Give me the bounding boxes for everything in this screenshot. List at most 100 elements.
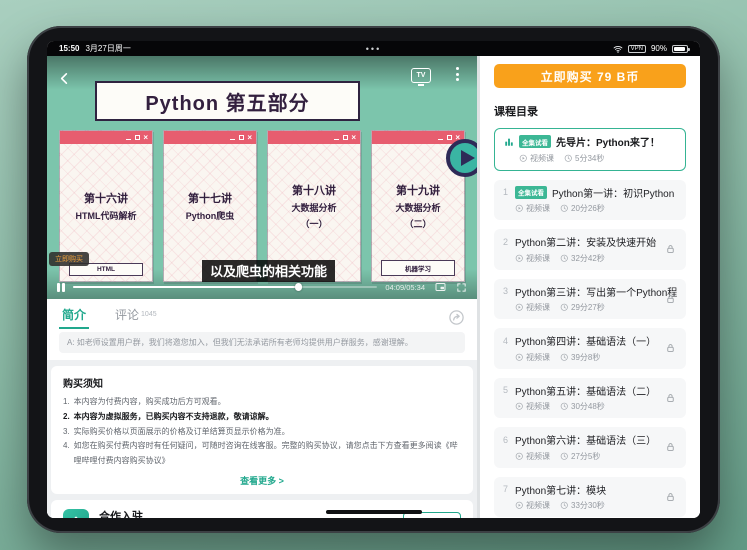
close-icon: ×: [143, 134, 148, 142]
video-type-icon: [515, 501, 524, 510]
catalog-panel: 立即购买 79 B币 课程目录 全集试看 先导片：Python来了！ 视频课 5…: [480, 56, 700, 518]
home-indicator[interactable]: [326, 510, 422, 514]
close-icon: ×: [247, 134, 252, 142]
lesson-row[interactable]: 3 Python第三讲：写出第一个Python程序 视频课 29分27秒: [494, 279, 686, 320]
minimize-icon: [334, 139, 339, 141]
trial-badge: 全集试看: [519, 135, 551, 148]
duration-icon: [560, 452, 569, 461]
lesson-row[interactable]: 2 Python第二讲：安装及快速开始 视频课 32分42秒: [494, 229, 686, 270]
progress-fill: [73, 286, 298, 288]
video-type-icon: [519, 154, 528, 163]
note-item: 3.实际购买价格以页面展示的价格及订单结算页显示价格为准。: [63, 425, 461, 440]
lesson-title: Python第二讲：安装及快速开始: [515, 234, 656, 249]
video-player[interactable]: TV Python 第五部分 ×: [47, 56, 477, 299]
minimize-icon: [438, 139, 443, 141]
fullscreen-icon[interactable]: [456, 282, 467, 293]
clock-time: 15:50: [59, 44, 79, 53]
video-type-icon: [515, 204, 524, 213]
lesson-title: Python第四讲：基础语法（一）: [515, 333, 656, 348]
time-display: 04:09/05:34: [385, 283, 425, 292]
clock-date: 3月27日周一: [85, 43, 130, 54]
tv-cast-icon[interactable]: TV: [411, 68, 431, 83]
video-type-icon: [515, 303, 524, 312]
lesson-number: 3: [503, 286, 510, 296]
maximize-icon: [239, 135, 244, 140]
tablet-frame: 15:50 3月27日周一 ••• VPN 90% TV: [27, 26, 720, 533]
lesson-number: 7: [503, 484, 510, 494]
player-controls: 04:09/05:34: [47, 275, 477, 299]
tab-intro[interactable]: 简介: [59, 306, 89, 329]
buy-now-badge[interactable]: 立即购买: [49, 252, 89, 266]
purchase-notes-card: 购买须知 1.本内容为付费内容，购买成功后方可观看。 2.本内容为虚拟服务，已购…: [51, 366, 473, 494]
window-titlebar: ×: [268, 131, 360, 144]
status-bar: 15:50 3月27日周一 ••• VPN 90%: [47, 41, 700, 56]
more-options-icon[interactable]: [456, 67, 459, 81]
lesson-row[interactable]: 1 全集试看 Python第一讲：初识Python 视频课 20分26秒: [494, 180, 686, 221]
duration-icon: [560, 402, 569, 411]
screen: 15:50 3月27日周一 ••• VPN 90% TV: [47, 41, 700, 518]
partner-icon: [63, 509, 89, 518]
duration-icon: [560, 204, 569, 213]
lock-icon: [665, 442, 676, 453]
maximize-icon: [343, 135, 348, 140]
lesson-row-featured[interactable]: 全集试看 先导片：Python来了！ 视频课 5分34秒: [494, 128, 686, 171]
lock-icon: [665, 293, 676, 304]
video-title: Python 第五部分: [145, 87, 309, 116]
lesson-title: Python第三讲：写出第一个Python程序: [515, 284, 677, 299]
share-icon[interactable]: [448, 309, 465, 326]
back-icon[interactable]: [57, 71, 72, 86]
window-titlebar: ×: [372, 131, 464, 144]
progress-bar[interactable]: [73, 286, 378, 288]
pause-icon[interactable]: [57, 283, 65, 292]
lesson-number: 5: [503, 385, 510, 395]
multitask-indicator-icon: •••: [366, 46, 381, 52]
window-titlebar: ×: [60, 131, 152, 144]
lock-icon: [665, 244, 676, 255]
pip-icon[interactable]: [433, 281, 448, 293]
duration-icon: [564, 154, 573, 163]
play-icon[interactable]: [446, 139, 477, 177]
minimize-icon: [230, 139, 235, 141]
buy-course-button[interactable]: 立即购买 79 B币: [494, 64, 686, 88]
battery-percent: 90%: [651, 44, 667, 53]
partner-card: 合作入驻 名师好课，尽在哔哩哔哩课堂 立即申请: [51, 500, 473, 518]
user-group-notice: A: 如老师设置用户群，我们将邀您加入，但我们无法承诺所有老师均提供用户群服务，…: [59, 332, 465, 353]
lesson-title: Python第七讲：模块: [515, 482, 606, 497]
wifi-icon: [613, 44, 623, 54]
close-icon: ×: [351, 134, 356, 142]
lesson-row[interactable]: 4 Python第四讲：基础语法（一） 视频课 39分8秒: [494, 328, 686, 369]
duration-icon: [560, 353, 569, 362]
maximize-icon: [447, 135, 452, 140]
course-detail-column: TV Python 第五部分 ×: [47, 56, 477, 518]
video-type-icon: [515, 254, 524, 263]
lesson-number: 1: [503, 187, 510, 197]
lesson-title: Python第一讲：初识Python: [552, 185, 674, 200]
lesson-row[interactable]: 5 Python第五讲：基础语法（二） 视频课 30分48秒: [494, 378, 686, 419]
lock-icon: [665, 343, 676, 354]
tab-comments[interactable]: 评论1045: [115, 306, 157, 329]
lesson-title: 先导片：Python来了！: [556, 134, 660, 149]
note-item: 1.本内容为付费内容，购买成功后方可观看。: [63, 395, 461, 410]
partner-title: 合作入驻: [99, 508, 203, 518]
lesson-number: 2: [503, 237, 510, 247]
see-more-link[interactable]: 查看更多 >: [63, 474, 461, 487]
vpn-badge: VPN: [628, 45, 646, 53]
video-type-icon: [515, 353, 524, 362]
tab-section: 简介 评论1045 A: 如老师设置用户群，我们将邀您加入，但我们无法承诺所有老…: [47, 299, 477, 360]
window-titlebar: ×: [164, 131, 256, 144]
maximize-icon: [135, 135, 140, 140]
video-title-card: Python 第五部分: [95, 81, 360, 121]
battery-icon: [672, 45, 688, 53]
trial-badge: 全集试看: [515, 186, 547, 199]
catalog-title: 课程目录: [494, 103, 686, 119]
lesson-number: 6: [503, 435, 510, 445]
lock-icon: [665, 392, 676, 403]
duration-icon: [560, 303, 569, 312]
lesson-row[interactable]: 7 Python第七讲：模块 视频课 33分30秒: [494, 477, 686, 518]
lesson-title: Python第六讲：基础语法（三）: [515, 432, 656, 447]
comments-count: 1045: [141, 311, 157, 318]
lesson-number: 4: [503, 336, 510, 346]
lock-icon: [665, 491, 676, 502]
duration-icon: [560, 254, 569, 263]
lesson-row[interactable]: 6 Python第六讲：基础语法（三） 视频课 27分5秒: [494, 427, 686, 468]
